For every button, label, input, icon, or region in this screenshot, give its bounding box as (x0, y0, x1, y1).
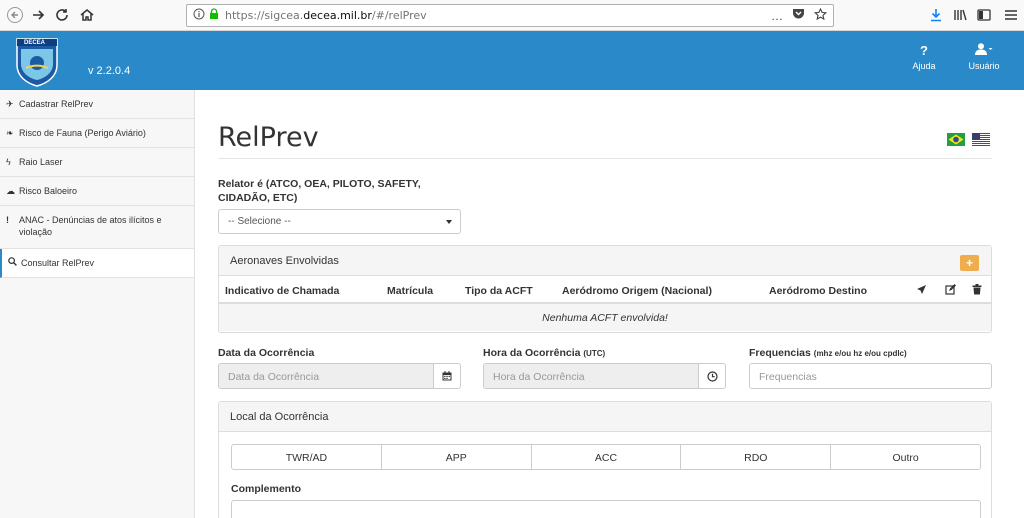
browser-toolbar: https://sigcea.decea.mil.br/#/relPrev … (0, 0, 1024, 31)
aeronaves-table-header: Indicativo de Chamada Matrícula Tipo da … (219, 276, 991, 304)
local-ocorrencia-panel: Local da Ocorrência TWR/AD APP ACC RDO O… (218, 401, 992, 518)
page-title: RelPrev (218, 122, 319, 153)
sidebar-item-cadastrar-relprev[interactable]: ✈ Cadastrar RelPrev (0, 90, 194, 119)
bolt-icon: ϟ (6, 157, 11, 167)
forward-icon[interactable] (28, 5, 48, 25)
hora-ocorrencia-input[interactable]: Hora da Ocorrência (483, 363, 699, 389)
aeronaves-panel-header: Aeronaves Envolvidas + (219, 246, 991, 276)
local-panel-header: Local da Ocorrência (219, 402, 991, 432)
calendar-button[interactable] (433, 363, 461, 389)
sidebar-item-label: Risco de Fauna (Perigo Aviário) (19, 128, 146, 138)
trash-icon (972, 284, 982, 298)
calendar-icon (442, 371, 452, 381)
data-ocorrencia-label: Data da Ocorrência (218, 347, 314, 359)
data-ocorrencia-placeholder: Data da Ocorrência (228, 371, 320, 383)
title-divider (218, 158, 992, 159)
download-icon[interactable] (926, 6, 946, 24)
local-option-twr-ad[interactable]: TWR/AD (232, 445, 382, 469)
sidebar-toggle-icon[interactable] (974, 6, 994, 24)
local-title: Local da Ocorrência (230, 411, 329, 423)
sidebar-item-risco-baloeiro[interactable]: ☁ Risco Baloeiro (0, 177, 194, 206)
complemento-input[interactable] (231, 500, 981, 518)
relator-select[interactable]: -- Selecione -- (218, 209, 461, 234)
brazil-flag-icon[interactable] (947, 133, 965, 146)
cloud-icon: ☁ (6, 186, 15, 196)
app-header: DECEA v 2.2.0.4 ? Ajuda Usuário (0, 31, 1024, 90)
sidebar-item-label: Consultar RelPrev (21, 258, 95, 268)
frequencias-input[interactable]: Frequencias (749, 363, 992, 389)
app-version: v 2.2.0.4 (88, 65, 131, 77)
hora-ocorrencia-placeholder: Hora da Ocorrência (493, 371, 585, 383)
search-icon (8, 257, 18, 269)
clock-icon (706, 370, 718, 382)
logo-text: DECEA (24, 40, 46, 46)
user-menu-button[interactable]: Usuário (964, 43, 1004, 71)
help-label: Ajuda (912, 61, 936, 71)
library-icon[interactable] (950, 6, 970, 24)
frequencias-label: Frequencias (mhz e/ou hz e/ou cpdlc) (749, 347, 907, 359)
column-header: Tipo da ACFT (465, 285, 533, 297)
hora-ocorrencia-label: Hora da Ocorrência (UTC) (483, 347, 605, 359)
local-option-rdo[interactable]: RDO (681, 445, 832, 469)
lock-icon (209, 8, 219, 23)
help-button[interactable]: ? Ajuda (904, 43, 944, 71)
sidebar-item-label: Cadastrar RelPrev (19, 99, 94, 109)
plane-icon: ✈ (6, 99, 14, 109)
sidebar-item-raio-laser[interactable]: ϟ Raio Laser (0, 148, 194, 177)
menu-icon[interactable] (1001, 6, 1021, 24)
local-option-acc[interactable]: ACC (532, 445, 682, 469)
main-content: RelPrev Relator é (ATCO, OEA, PILOTO, SA… (196, 90, 1024, 518)
local-option-outro[interactable]: Outro (831, 445, 980, 469)
home-icon[interactable] (77, 5, 97, 25)
sidebar-item-anac-denuncias[interactable]: ! ANAC - Denúncias de atos ilícitos e vi… (0, 206, 194, 249)
caret-down-icon (446, 220, 452, 224)
aeronaves-empty-row: Nenhuma ACFT envolvida! (219, 304, 991, 331)
sidebar-item-label: Risco Baloeiro (19, 186, 78, 196)
column-header: Matrícula (387, 285, 434, 297)
frequencias-label-text: Frequencias (749, 347, 811, 359)
back-icon[interactable] (5, 5, 25, 25)
edit-icon (945, 284, 956, 298)
decea-logo[interactable]: DECEA (14, 35, 60, 87)
language-switcher (947, 133, 990, 146)
data-ocorrencia-label-text: Data da Ocorrência (218, 347, 315, 359)
column-header: Indicativo de Chamada (225, 285, 340, 297)
sidebar-item-label: ANAC - Denúncias de atos ilícitos e viol… (19, 215, 162, 237)
data-ocorrencia-input[interactable]: Data da Ocorrência (218, 363, 434, 389)
local-option-app[interactable]: APP (382, 445, 532, 469)
local-options-group: TWR/AD APP ACC RDO Outro (231, 444, 981, 470)
sidebar-item-label: Raio Laser (19, 157, 63, 167)
frequencias-placeholder: Frequencias (759, 371, 817, 383)
column-header: Aeródromo Destino (769, 285, 868, 297)
aeronaves-title: Aeronaves Envolvidas (230, 255, 339, 267)
bookmark-star-icon[interactable] (813, 7, 828, 24)
exclamation-icon: ! (6, 215, 9, 225)
frequencias-label-small: (mhz e/ou hz e/ou cpdlc) (813, 349, 907, 358)
bird-icon: ❧ (6, 128, 14, 138)
url-text: https://sigcea.decea.mil.br/#/relPrev (225, 9, 427, 22)
relator-label: Relator é (ATCO, OEA, PILOTO, SAFETY, CI… (218, 178, 421, 204)
sidebar-item-risco-fauna[interactable]: ❧ Risco de Fauna (Perigo Aviário) (0, 119, 194, 148)
pocket-icon[interactable] (792, 8, 805, 23)
sidebar: ✈ Cadastrar RelPrev ❧ Risco de Fauna (Pe… (0, 90, 195, 518)
url-bar[interactable]: https://sigcea.decea.mil.br/#/relPrev … (186, 4, 834, 27)
info-icon[interactable] (193, 8, 205, 23)
reload-icon[interactable] (52, 5, 72, 25)
aeronaves-panel: Aeronaves Envolvidas + Indicativo de Cha… (218, 245, 992, 333)
hora-ocorrencia-label-text: Hora da Ocorrência (483, 347, 581, 359)
user-icon (964, 43, 1004, 59)
column-header: Aeródromo Origem (Nacional) (562, 285, 712, 297)
clock-button[interactable] (698, 363, 726, 389)
question-icon: ? (920, 43, 928, 58)
more-actions-icon[interactable]: … (771, 9, 783, 23)
usa-flag-icon[interactable] (972, 133, 990, 146)
hora-ocorrencia-label-small: (UTC) (583, 349, 606, 358)
complemento-label: Complemento (231, 483, 302, 495)
sidebar-item-consultar-relprev[interactable]: Consultar RelPrev (0, 249, 194, 278)
add-aeronave-button[interactable]: + (960, 255, 979, 271)
plane-icon (916, 284, 927, 298)
user-label: Usuário (968, 61, 1000, 71)
relator-select-value: -- Selecione -- (228, 216, 291, 227)
